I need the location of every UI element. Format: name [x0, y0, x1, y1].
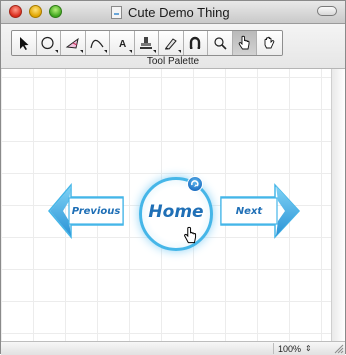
polygon-icon [65, 37, 79, 49]
text-tool-glyph: A [119, 39, 126, 50]
tool-palette: A Tool Palette [1, 24, 345, 69]
status-divider [273, 343, 274, 354]
toolbar-toggle-button[interactable] [317, 6, 337, 16]
magnet-icon [190, 36, 201, 49]
next-arrowhead-icon [276, 186, 299, 236]
polygon-tool[interactable] [61, 31, 86, 55]
home-label: Home [148, 202, 204, 222]
app-window: Cute Demo Thing A Tool Palette Previous … [0, 0, 346, 355]
text-tool[interactable]: A [110, 31, 135, 55]
tool-options-indicator [104, 50, 107, 53]
tool-button-group: A [11, 30, 283, 56]
swirl-icon [191, 180, 199, 187]
title-bar[interactable]: Cute Demo Thing [1, 1, 345, 24]
tool-options-indicator [55, 50, 58, 53]
magnifier-icon [214, 37, 227, 50]
pointing-hand-tool[interactable] [232, 31, 257, 55]
zoom-stepper-icon[interactable]: ⇕ [305, 344, 312, 353]
resize-grip-icon[interactable] [333, 343, 344, 354]
curve-icon [90, 39, 104, 49]
previous-arrowhead-icon [50, 186, 71, 236]
grab-hand-icon [264, 36, 275, 49]
text-tool-icon: A [119, 39, 126, 50]
tool-options-indicator [153, 50, 156, 53]
previous-label: Previous [71, 206, 121, 217]
action-badge-icon[interactable] [187, 176, 203, 192]
arrow-select-tool[interactable] [12, 31, 37, 55]
zoom-value: 100% [278, 343, 302, 354]
window-title-group: Cute Demo Thing [111, 4, 230, 20]
zoom-control[interactable]: 100% ⇕ [278, 343, 312, 354]
close-window-button[interactable] [9, 5, 22, 18]
vertical-scrollbar[interactable] [331, 69, 345, 341]
palette-label: Tool Palette [146, 56, 200, 67]
curve-tool[interactable] [85, 31, 110, 55]
eraser-pen-tool[interactable] [159, 31, 184, 55]
stamp-tool[interactable] [134, 31, 159, 55]
pointing-hand-icon [238, 35, 250, 50]
eraser-pen-icon [164, 38, 177, 50]
ellipse-tool[interactable] [36, 31, 61, 55]
pointer-hand-cursor-icon [184, 226, 197, 244]
arrow-select-icon [19, 37, 29, 50]
magnifier-tool[interactable] [208, 31, 233, 55]
document-proxy-icon[interactable] [111, 5, 122, 19]
tool-options-indicator [79, 50, 83, 53]
window-title: Cute Demo Thing [128, 4, 230, 20]
status-bar: 100% ⇕ [1, 341, 345, 355]
stamp-icon [140, 37, 153, 49]
grab-hand-tool[interactable] [257, 31, 282, 55]
document-canvas[interactable]: Previous Home Next [1, 69, 331, 341]
magnet-tool[interactable] [183, 31, 208, 55]
tool-options-indicator [128, 50, 132, 53]
zoom-window-button[interactable] [49, 5, 62, 18]
next-label: Next [235, 206, 263, 217]
tool-options-indicator [177, 50, 181, 53]
minimize-window-button[interactable] [29, 5, 42, 18]
ellipse-icon [41, 36, 54, 50]
